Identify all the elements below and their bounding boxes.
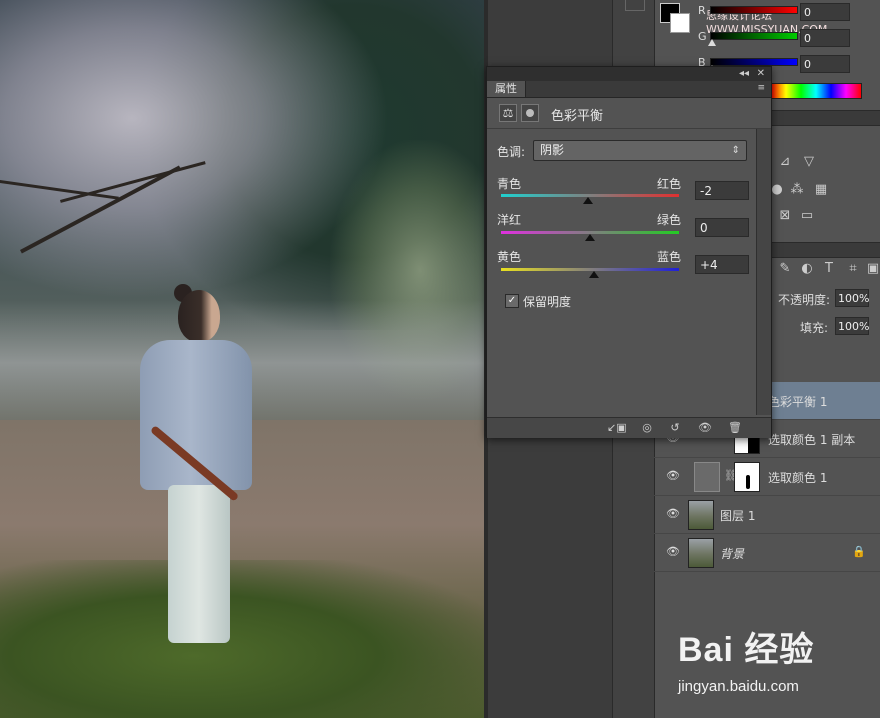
color-spectrum-ramp[interactable] [770, 83, 862, 99]
view-previous-state-icon[interactable]: ◎ [639, 421, 655, 435]
shape-filter-icon[interactable]: ⌗ [846, 262, 860, 275]
tab-properties[interactable]: 属性 [487, 81, 526, 97]
adjustment-title: 色彩平衡 [551, 109, 604, 124]
color-balance-icon[interactable]: ● [770, 183, 784, 196]
visibility-eye-icon[interactable]: 👁 [666, 508, 680, 520]
blue-value-field[interactable]: 0 [800, 55, 850, 73]
visibility-eye-icon[interactable]: 👁 [666, 546, 680, 558]
magenta-green-slider-thumb[interactable] [585, 234, 595, 241]
cyan-red-slider-thumb[interactable] [583, 197, 594, 204]
layer-name[interactable]: 选取颜色 1 [768, 469, 827, 486]
close-icon[interactable]: ✕ [757, 67, 765, 81]
layer-name[interactable]: 图层 1 [720, 507, 755, 524]
properties-scrollbar[interactable] [756, 129, 771, 415]
chevron-updown-icon: ⇕ [731, 145, 740, 156]
properties-tabbar: 属性 ≡ [487, 81, 771, 98]
delete-icon[interactable]: 🗑 [727, 421, 743, 435]
opacity-field[interactable]: 100% [835, 289, 869, 307]
channel-label-r: R [698, 4, 706, 17]
head [178, 290, 220, 342]
layer-name[interactable]: 背景 [720, 545, 744, 562]
cyan-red-value-field[interactable]: -2 [695, 181, 749, 200]
magenta-green-value-field[interactable]: 0 [695, 218, 749, 237]
tone-value: 阴影 [540, 143, 565, 157]
preserve-luminosity-label: 保留明度 [523, 295, 572, 309]
visibility-eye-icon[interactable]: 👁 [666, 470, 680, 482]
properties-footer: ↙▣ ◎ ↺ 👁 🗑 [487, 417, 771, 438]
yellow-blue-slider-thumb[interactable] [588, 271, 599, 278]
layer-name[interactable]: 色彩平衡 1 [768, 393, 827, 410]
green-slider[interactable] [710, 32, 798, 40]
slider-right-label: 蓝色 [657, 250, 682, 264]
properties-titlebar[interactable]: ◂◂ ✕ [487, 67, 771, 81]
panel-menu-icon[interactable]: ≡ [757, 83, 765, 93]
lock-icon: 🔒 [852, 545, 866, 558]
layer-row[interactable]: 👁 ⛓ 选取颜色 1 [654, 458, 880, 496]
gradient-map-icon[interactable]: ▭ [800, 209, 814, 222]
slider-left-label: 青色 [497, 177, 522, 191]
reset-icon[interactable]: ↺ [667, 421, 683, 435]
collapse-icon[interactable]: ◂◂ [739, 67, 749, 81]
lock-position-icon[interactable]: ◐ [800, 262, 814, 275]
red-slider[interactable] [710, 6, 798, 14]
toggle-visibility-eye-icon[interactable]: 👁 [697, 421, 713, 435]
slider-right-label: 红色 [657, 177, 682, 191]
slider-left-label: 洋红 [497, 213, 522, 227]
channel-label-g: G [698, 30, 707, 43]
blue-slider[interactable] [710, 58, 798, 66]
layer-thumbnail[interactable] [688, 538, 714, 568]
tone-dropdown[interactable]: 阴影 ⇕ [533, 140, 747, 161]
gradient-triangle-icon[interactable]: ▽ [802, 155, 816, 168]
mask-silhouette [746, 475, 750, 489]
lock-pixels-icon[interactable]: ✎ [778, 262, 792, 275]
curves-icon[interactable]: ⊿ [778, 155, 792, 168]
background-color-swatch[interactable] [670, 13, 690, 33]
clip-to-layer-icon[interactable]: ↙▣ [607, 421, 627, 435]
mask-icon[interactable] [521, 104, 539, 122]
history-icon[interactable] [625, 0, 645, 11]
layer-thumbnail[interactable] [688, 500, 714, 530]
smart-filter-icon[interactable]: ▣ [866, 262, 880, 275]
threshold-icon[interactable]: ⊠ [778, 209, 792, 222]
opacity-label: 不透明度: [778, 293, 831, 307]
properties-header: ⚖ 色彩平衡 [487, 98, 771, 129]
watermark-url: jingyan.baidu.com [678, 678, 799, 695]
color-lookup-icon[interactable]: ▦ [814, 183, 828, 196]
channel-mixer-icon[interactable]: ⁂ [790, 183, 804, 196]
layer-name[interactable]: 选取颜色 1 副本 [768, 431, 855, 448]
green-slider-thumb[interactable] [708, 39, 716, 46]
layer-mask-thumbnail[interactable] [734, 462, 760, 492]
slider-left-label: 黄色 [497, 250, 522, 264]
white-trousers [168, 485, 230, 643]
adjustment-layer-icon [694, 462, 720, 492]
red-value-field[interactable]: 0 [800, 3, 850, 21]
photo-canvas[interactable] [0, 0, 484, 718]
green-value-field[interactable]: 0 [800, 29, 850, 47]
fill-field[interactable]: 100% [835, 317, 869, 335]
preserve-luminosity-checkbox[interactable]: ✓ [505, 294, 519, 308]
slider-right-label: 绿色 [657, 213, 682, 227]
layer-row[interactable]: 👁 背景 🔒 [654, 534, 880, 572]
layer-row[interactable]: 👁 图层 1 [654, 496, 880, 534]
properties-panel: ◂◂ ✕ 属性 ≡ ⚖ 色彩平衡 色调: 阴影 ⇕ 青色 红色 -2 洋红 绿色… [486, 66, 772, 438]
balance-scale-icon[interactable]: ⚖ [499, 104, 517, 122]
fill-label: 填充: [800, 321, 829, 335]
tone-label: 色调: [497, 145, 526, 159]
baidu-logo-text: Bai 经验 [678, 631, 815, 669]
yellow-blue-value-field[interactable]: +4 [695, 255, 749, 274]
